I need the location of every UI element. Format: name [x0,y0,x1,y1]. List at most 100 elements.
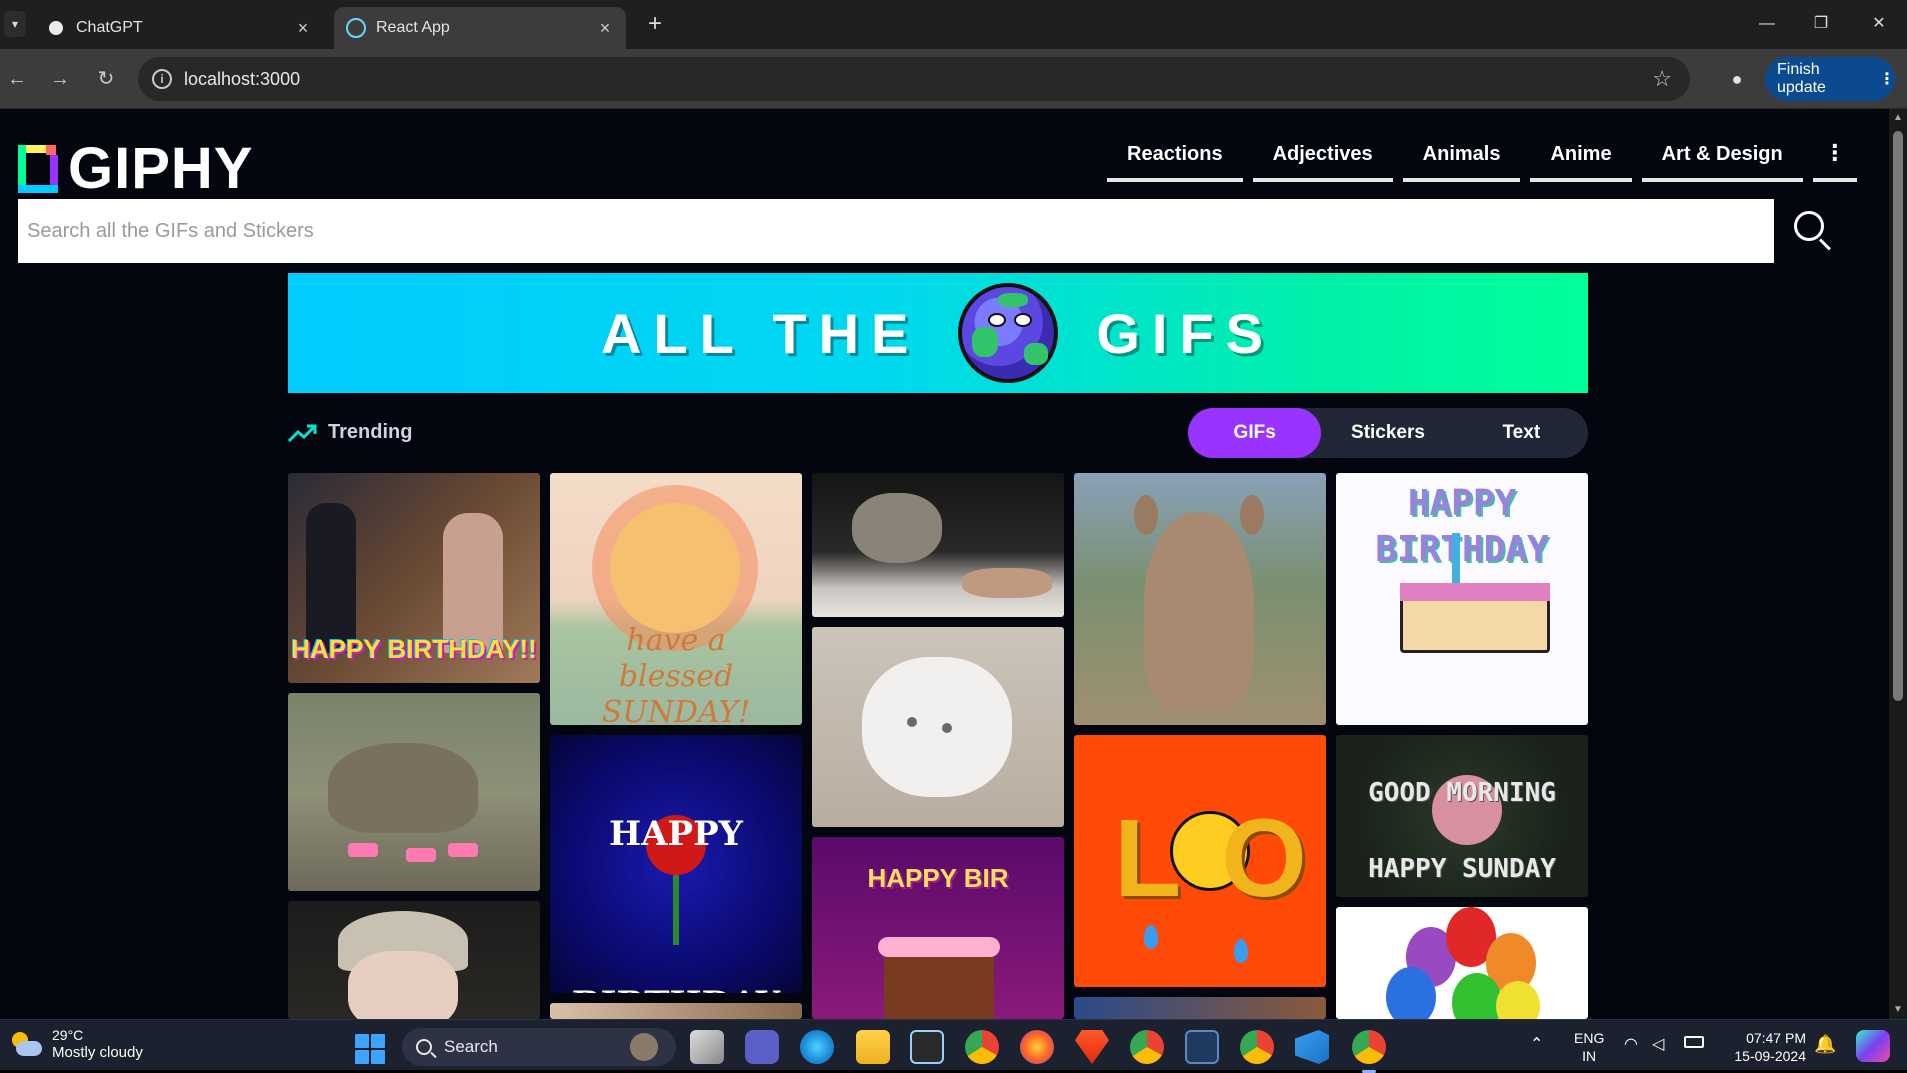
nav-item-adjectives[interactable]: Adjectives [1252,143,1393,182]
tab-search-chevron-icon[interactable]: ▾ [4,11,26,37]
close-tab-icon[interactable]: × [596,18,614,39]
scroll-down-icon[interactable]: ▼ [1889,1001,1907,1019]
weather-widget[interactable]: 29°C Mostly cloudy [10,1027,143,1062]
scroll-up-icon[interactable]: ▲ [1889,109,1907,127]
copilot-icon[interactable] [1856,1030,1890,1062]
bookmark-star-icon[interactable]: ☆ [1652,66,1672,92]
page-scrollbar[interactable]: ▲ ▼ [1889,109,1907,1019]
battery-icon[interactable] [1684,1036,1704,1048]
tab-text[interactable]: Text [1455,408,1588,458]
vscode-icon[interactable] [1295,1030,1329,1064]
teams-icon[interactable] [745,1030,779,1064]
task-view-icon[interactable] [690,1030,724,1064]
promo-banner[interactable]: ALL THE GIFS [288,273,1588,393]
gif-elephant[interactable] [288,693,540,891]
gif-good-morning-sunday[interactable]: GOOD MORNING HAPPY SUNDAY [1336,735,1588,897]
tab-title: React App [376,19,450,36]
nav-item-anime[interactable]: Anime [1530,143,1632,182]
remote-desktop-icon[interactable] [1185,1030,1219,1064]
gif-partial-bottom[interactable] [550,1003,802,1019]
restore-button[interactable]: ❐ [1806,12,1836,36]
nav-item-art-design[interactable]: Art & Design [1641,143,1803,182]
trending-label: Trending [328,421,413,443]
gif-caption: LOL [1114,797,1326,920]
volume-icon[interactable]: ◁ [1652,1034,1664,1054]
tab-chatgpt[interactable]: ChatGPT × [34,7,324,49]
weather-condition: Mostly cloudy [52,1044,143,1061]
chatgpt-favicon-icon [46,18,66,38]
weather-temp: 29°C [52,1027,84,1043]
reload-icon[interactable]: ↻ [93,66,119,92]
search-icon [416,1039,432,1055]
gif-partial-bottom-4[interactable] [1074,997,1326,1019]
chrome-profile-icon[interactable] [1130,1030,1164,1064]
gif-lol-emoji[interactable]: LOL [1074,735,1326,987]
giphy-logo-icon [18,144,58,193]
gif-birthday-cake-purple[interactable]: HAPPY BIR [812,837,1064,1019]
chrome-active-icon[interactable] [1352,1030,1386,1073]
tab-react-app[interactable]: React App × [334,7,626,49]
lang-top: ENG [1574,1030,1605,1046]
tab-stickers[interactable]: Stickers [1321,408,1454,458]
forward-arrow-icon[interactable]: → [47,66,73,92]
system-clock[interactable]: 07:47 PM 15-09-2024 [1728,1029,1806,1065]
react-favicon-icon [346,18,366,38]
tab-title: ChatGPT [76,19,143,36]
search-icon[interactable] [1794,211,1834,251]
banner-text-left: ALL THE [600,301,921,365]
address-bar[interactable]: i localhost:3000 ☆ [138,57,1690,101]
gif-kangaroo[interactable] [1074,473,1326,725]
tab-gifs[interactable]: GIFs [1188,408,1322,458]
gif-white-cat[interactable] [812,627,1064,827]
trending-arrow-icon [288,424,317,442]
browser-toolbar: ← → ↻ i localhost:3000 ☆ ● Finish update… [0,49,1907,109]
gif-caption: HAPPY BIRTHDAY!! [291,634,537,664]
nav-more-icon[interactable]: ⋮ [1812,142,1857,182]
profile-icon[interactable]: ● [1722,64,1752,94]
nav-item-reactions[interactable]: Reactions [1107,143,1243,182]
wifi-icon[interactable]: ◠ [1624,1034,1638,1054]
gif-happy-birthday-cake[interactable]: HAPPY BIRTHDAY [1336,473,1588,725]
gif-balloons[interactable] [1336,907,1588,1019]
scrollbar-thumb[interactable] [1893,131,1903,701]
more-menu-icon: ⋮ [1879,71,1895,88]
clock-time: 07:47 PM [1746,1030,1806,1046]
firefox-icon[interactable] [1020,1030,1054,1064]
edge-icon[interactable] [800,1030,834,1064]
content-type-toggle: GIFs Stickers Text [1188,408,1588,458]
microsoft-store-icon[interactable] [910,1030,944,1064]
windows-start-icon[interactable] [355,1034,385,1064]
giphy-logo[interactable]: GIPHY [18,135,254,202]
gif-caption: HAPPY BIR [867,863,1009,893]
show-hidden-icons-chevron-icon[interactable]: ⌃ [1530,1034,1543,1054]
nav-item-animals[interactable]: Animals [1402,143,1521,182]
taskbar-search-label: Search [444,1037,498,1056]
trending-header: Trending [288,421,412,444]
close-tab-icon[interactable]: × [294,18,312,39]
weather-cloudy-icon [10,1031,42,1058]
gif-caption: HAPPY BIRTHDAY [1375,483,1549,570]
finish-update-button[interactable]: Finish update ⋮ [1765,57,1895,101]
notification-bell-icon[interactable]: 🔔 [1814,1034,1836,1055]
new-tab-button[interactable]: + [640,10,670,40]
logo-text: GIPHY [68,136,254,201]
chrome-profile-2-icon[interactable] [1240,1030,1274,1064]
site-info-icon[interactable]: i [152,69,172,89]
taskbar-search[interactable]: Search [402,1028,676,1066]
brave-icon[interactable] [1075,1030,1109,1064]
language-indicator[interactable]: ENG IN [1574,1029,1604,1065]
file-explorer-icon[interactable] [856,1030,890,1064]
gif-blessed-sunday[interactable]: have a blessed SUNDAY! [550,473,802,725]
search-input[interactable] [18,199,1774,263]
browser-tab-bar: ▾ ChatGPT × React App × + — ❐ ✕ [0,0,1907,49]
banner-text-right: GIFS [1096,301,1276,365]
gif-cat-bed[interactable] [812,473,1064,617]
gif-office-birthday[interactable]: HAPPY BIRTHDAY!! [288,473,540,683]
back-arrow-icon[interactable]: ← [4,66,30,92]
chrome-icon[interactable] [965,1030,999,1064]
gif-happy-birthday-rose[interactable]: HAPPY BIRTHDAY [550,735,802,993]
minimize-button[interactable]: — [1752,12,1782,36]
gif-laughing-man[interactable] [288,901,540,1019]
close-window-button[interactable]: ✕ [1864,12,1894,36]
url-text[interactable]: localhost:3000 [184,69,300,90]
